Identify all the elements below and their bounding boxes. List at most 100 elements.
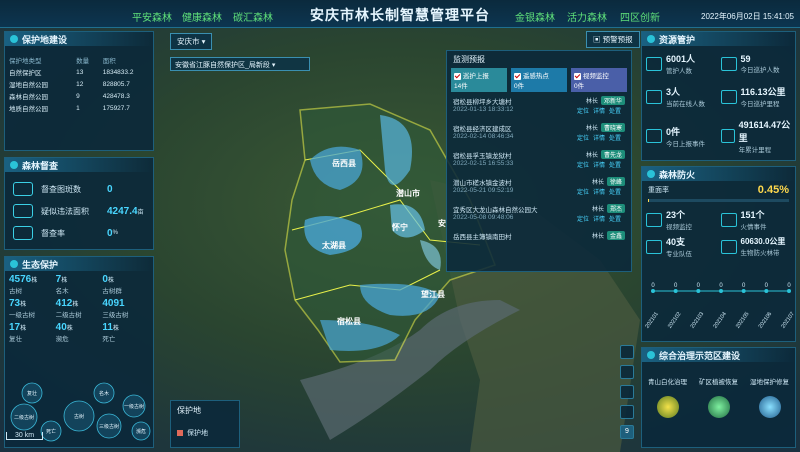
table-row[interactable]: 湿地自然公园 12 828805.7 [5,78,153,90]
detail-link[interactable]: 详情 [593,136,605,142]
locate-link[interactable]: 定位 [577,217,589,223]
handle-link[interactable]: 处置 [609,163,621,169]
page-badge[interactable]: 9 [620,425,634,439]
firebreak-icon [720,239,737,254]
bubble-label: 复壮 [27,390,37,397]
filter-video[interactable]: 视频监控 0件 [571,68,627,92]
nav-healthy-forest[interactable]: 健康森林 [182,9,222,24]
warning-icon [13,204,33,218]
locate-link[interactable]: 定位 [577,190,589,196]
locate-tool-icon[interactable] [620,405,634,419]
list-item[interactable]: 宿松县柳坪乡大塘村 林长 邓新华 2022-01-13 18:33:12 定位 详情 处置 [453,96,625,123]
draw-tool-icon[interactable] [620,385,634,399]
rate-label: 重面率 [648,187,669,194]
warning-button[interactable]: ▣ 预警预报 [586,31,640,48]
city-select[interactable]: 安庆市 ▾ [170,33,213,50]
stat-item: 11株 死亡 [102,322,119,343]
layer-tool-icon[interactable] [620,345,634,359]
handle-link[interactable]: 处置 [609,190,621,196]
person-icon [646,56,662,71]
stat-item: 412株 二级古树 [55,298,82,319]
map-label: 宿松县 [337,317,361,326]
shield-icon [10,35,18,43]
check-row: 疑似违法面积 4247.4 亩 [13,200,147,222]
page-title: 安庆市林长制智慧管理平台 [310,7,490,23]
leaf-icon [10,260,18,268]
tick-label: 202104 [712,311,727,329]
map-legend: 保护地 保护地 [170,400,240,448]
nav-vital-forest[interactable]: 活力森林 [567,9,607,24]
checkbox-icon [514,72,521,80]
camera-icon [646,212,662,227]
list-item[interactable]: 宿松县经济区建成区 林长 曹晓寒 2022-02-14 08:46:34 定位 详情 处置 [453,123,625,150]
panel-title: 综合治理示范区建设 [659,350,741,361]
handle-link[interactable]: 处置 [609,217,621,223]
demo-item[interactable]: 青山白化治理 [643,376,693,418]
alert-list: 宿松县柳坪乡大塘村 林长 邓新华 2022-01-13 18:33:12 定位 详情 处置… [447,92,631,245]
stat-item: 491614.47公里 年累计里程 [720,118,792,154]
swatch [177,430,183,436]
locate-link[interactable]: 定位 [577,136,589,142]
nav-carbon-forest[interactable]: 碳汇森林 [233,9,273,24]
map-label: 岳西县 [332,159,356,168]
nav-gold-forest[interactable]: 金银森林 [515,9,555,24]
demo-item[interactable]: 湿地保护修复 [745,376,795,418]
col-header: 面积 [102,58,116,65]
stat-item: 40支 专业队伍 [646,235,717,258]
list-item[interactable]: 潜山市槎水镇金波村 林长 徐峰 2022-05-21 09:52:19 定位 详情 处置 [453,177,625,204]
tick-label: 202102 [667,311,682,329]
demo-items: 青山白化治理 矿区植被恢复 湿地保护修复 [642,362,795,418]
flame-icon [720,212,737,227]
stat-item: 0件 今日上报事件 [646,118,717,154]
table-row[interactable]: 地质自然公园 1 175927.7 [5,102,153,114]
locate-link[interactable]: 定位 [577,163,589,169]
list-item[interactable]: 宿松县孚玉镇龙狱村 林长 曹先龙 2022-02-15 16:55:33 定位 详情 处置 [453,150,625,177]
ecology-stats: 4576株 古树 7株 名木 0株 古树群 73株 一级古树 412株 二级古树 4091… [5,271,153,346]
detail-link[interactable]: 详情 [593,190,605,196]
fire-icon [647,170,655,178]
map-label: 怀宁 [392,223,408,232]
tick-label: 202101 [644,311,659,329]
nav-four-zones[interactable]: 四区创新 [620,9,660,24]
water-drop-icon [758,396,781,418]
list-item[interactable]: 宜秀区大龙山森林自然公园大 林长 郑杰 2022-05-08 09:48:06 定位详… [453,204,625,231]
detail-link[interactable]: 详情 [593,217,605,223]
map-icon [13,182,33,196]
handle-link[interactable]: 处置 [609,136,621,142]
data-label: 0 [697,283,701,289]
calendar-icon: ▣ [593,35,603,44]
data-point [787,289,791,293]
detail-link[interactable]: 详情 [593,109,605,115]
handle-link[interactable]: 处置 [609,109,621,115]
locate-link[interactable]: 定位 [577,109,589,115]
checkbox-icon [574,72,581,80]
map-label: 望江县 [421,290,445,299]
data-label: 0 [765,283,769,289]
area-select[interactable]: 安徽省江豚自然保护区_局新段 ▾ [170,57,310,71]
table-row[interactable]: 自然保护区 13 1834833.2 [5,66,153,78]
map-label: 太湖县 [322,241,346,250]
percent-icon [13,226,33,240]
data-point [741,289,746,293]
patrol-icon [720,56,737,71]
clock: 2022年06月02日 15:41:05 [701,12,794,21]
tick-label: 202106 [758,311,773,329]
table-row[interactable]: 森林自然公园 9 428478.3 [5,90,153,102]
filter-patrol[interactable]: 巡护上报 14件 [451,68,507,92]
demo-item[interactable]: 矿区植被恢复 [694,376,744,418]
list-item[interactable]: 岳西县主簿镇南田村 林长 金鑫 [453,231,625,245]
stat-item: 4576株 古树 [9,274,38,295]
stat-item: 7株 名木 [55,274,69,295]
stat-item: 0株 古树群 [102,274,122,295]
detail-link[interactable]: 详情 [593,163,605,169]
map-label: 安 [438,219,446,228]
bubble-label: 濒危 [136,428,146,435]
people-icon [647,35,655,43]
data-point [696,289,701,293]
nav-safe-forest[interactable]: 平安森林 [132,9,172,24]
stat-item: 23个 视频监控 [646,208,717,231]
legend-item: 保护地 [171,420,239,446]
tick-label: 202105 [735,311,750,329]
measure-tool-icon[interactable] [620,365,634,379]
filter-remote[interactable]: 遥感热点 0件 [511,68,567,92]
